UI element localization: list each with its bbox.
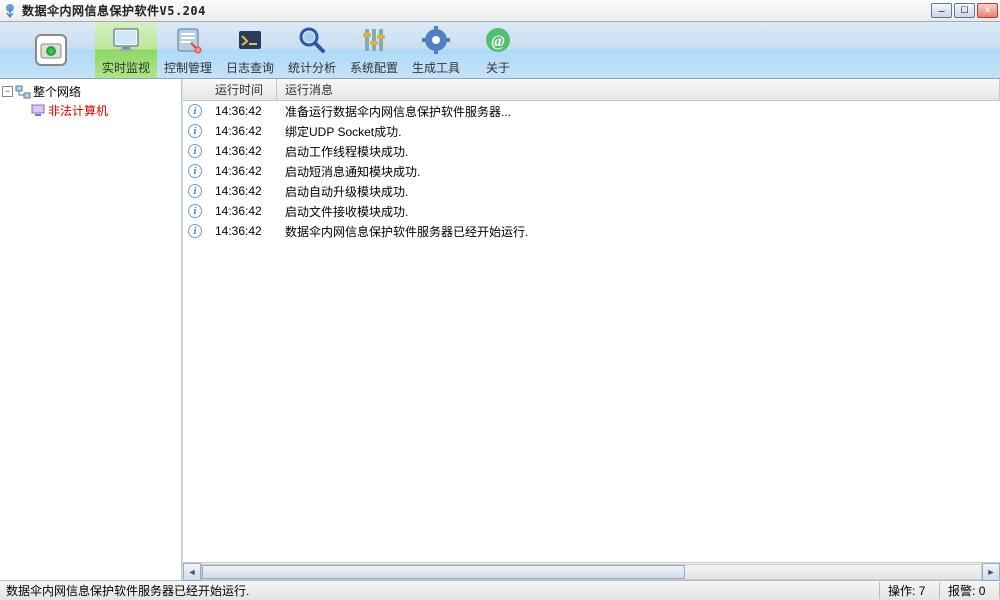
log-message: 数据伞内网信息保护软件服务器已经开始运行. (277, 223, 1000, 240)
log-message: 启动短消息通知模块成功. (277, 163, 1000, 180)
tree-root-label: 整个网络 (33, 83, 81, 100)
maximize-button[interactable]: ☐ (954, 3, 975, 18)
log-time: 14:36:42 (207, 144, 277, 158)
toolbar-label: 关于 (486, 59, 510, 76)
status-alarm-value: 0 (979, 584, 986, 598)
toolbar-log-query[interactable]: 日志查询 (219, 22, 281, 78)
window-title: 数据伞内网信息保护软件V5.204 (22, 2, 931, 19)
info-icon: i (183, 104, 207, 118)
log-icon (234, 24, 266, 56)
log-time: 14:36:42 (207, 184, 277, 198)
toolbar-label: 日志查询 (226, 59, 274, 76)
magnifier-icon (296, 24, 328, 56)
info-icon: i (183, 164, 207, 178)
log-message: 启动文件接收模块成功. (277, 203, 1000, 220)
computer-icon (30, 103, 46, 119)
status-ops: 操作: 7 (880, 582, 940, 599)
network-icon (15, 84, 31, 100)
toolbar-label: 生成工具 (412, 59, 460, 76)
log-header: 运行时间 运行消息 (183, 79, 1000, 101)
control-icon (172, 24, 204, 56)
svg-text:@: @ (491, 33, 504, 50)
close-button[interactable]: ✕ (977, 3, 998, 18)
minimize-button[interactable]: ─ (931, 3, 952, 18)
log-header-msg[interactable]: 运行消息 (277, 79, 1000, 101)
log-time: 14:36:42 (207, 204, 277, 218)
log-panel: 运行时间 运行消息 i14:36:42准备运行数据伞内网信息保护软件服务器...… (182, 79, 1000, 580)
status-ops-label: 操作: (888, 584, 915, 598)
app-icon (2, 3, 18, 19)
tree-root-row[interactable]: − 整个网络 (2, 82, 179, 101)
log-row[interactable]: i14:36:42启动文件接收模块成功. (183, 201, 1000, 221)
log-row[interactable]: i14:36:42数据伞内网信息保护软件服务器已经开始运行. (183, 221, 1000, 241)
toolbar-label: 系统配置 (350, 59, 398, 76)
log-time: 14:36:42 (207, 224, 277, 238)
camera-icon (35, 34, 67, 66)
toolbar-label: 实时监视 (102, 59, 150, 76)
status-alarm: 报警: 0 (940, 582, 1000, 599)
info-icon: i (183, 224, 207, 238)
log-header-time[interactable]: 运行时间 (207, 79, 277, 101)
log-row[interactable]: i14:36:42准备运行数据伞内网信息保护软件服务器... (183, 101, 1000, 121)
log-row[interactable]: i14:36:42启动自动升级模块成功. (183, 181, 1000, 201)
toolbar-stats-analysis[interactable]: 统计分析 (281, 22, 343, 78)
sidebar-tree: − 整个网络 非法计算机 (0, 79, 182, 580)
toolbar-build-tool[interactable]: 生成工具 (405, 22, 467, 78)
log-message: 绑定UDP Socket成功. (277, 123, 1000, 140)
scroll-track[interactable] (201, 564, 982, 580)
log-row[interactable]: i14:36:42启动短消息通知模块成功. (183, 161, 1000, 181)
info-icon: i (183, 144, 207, 158)
info-icon: i (183, 204, 207, 218)
window-controls: ─ ☐ ✕ (931, 3, 998, 18)
statusbar: 数据伞内网信息保护软件服务器已经开始运行. 操作: 7 报警: 0 (0, 580, 1000, 600)
toolbar-system-config[interactable]: 系统配置 (343, 22, 405, 78)
tree-child-row[interactable]: 非法计算机 (30, 101, 179, 120)
log-message: 准备运行数据伞内网信息保护软件服务器... (277, 103, 1000, 120)
toolbar-about[interactable]: @ 关于 (467, 22, 529, 78)
log-body: i14:36:42准备运行数据伞内网信息保护软件服务器...i14:36:42绑… (183, 101, 1000, 562)
scroll-left-arrow[interactable]: ◄ (183, 563, 201, 581)
toolbar-label: 控制管理 (164, 59, 212, 76)
log-time: 14:36:42 (207, 164, 277, 178)
toolbar: 实时监视 控制管理 日志查询 统计分析 系统配置 生成工具 @ 关于 (0, 22, 1000, 79)
log-message: 启动工作线程模块成功. (277, 143, 1000, 160)
log-message: 启动自动升级模块成功. (277, 183, 1000, 200)
log-time: 14:36:42 (207, 124, 277, 138)
app-logo (35, 22, 67, 78)
log-row[interactable]: i14:36:42绑定UDP Socket成功. (183, 121, 1000, 141)
tree-child-label: 非法计算机 (48, 102, 108, 119)
monitor-icon (110, 24, 142, 56)
toolbar-realtime-monitor[interactable]: 实时监视 (95, 22, 157, 78)
scroll-right-arrow[interactable]: ► (982, 563, 1000, 581)
gear-icon (420, 24, 452, 56)
info-icon: i (183, 124, 207, 138)
status-alarm-label: 报警: (948, 584, 975, 598)
tree-collapse-icon[interactable]: − (2, 86, 13, 97)
main-area: − 整个网络 非法计算机 运行时间 运行消息 i14:36:42准备运行数据伞内… (0, 79, 1000, 580)
toolbar-label: 统计分析 (288, 59, 336, 76)
horizontal-scrollbar[interactable]: ◄ ► (183, 562, 1000, 580)
toolbar-control-manage[interactable]: 控制管理 (157, 22, 219, 78)
info-icon: i (183, 184, 207, 198)
titlebar: 数据伞内网信息保护软件V5.204 ─ ☐ ✕ (0, 0, 1000, 22)
status-ops-value: 7 (919, 584, 926, 598)
log-row[interactable]: i14:36:42启动工作线程模块成功. (183, 141, 1000, 161)
log-time: 14:36:42 (207, 104, 277, 118)
config-icon (358, 24, 390, 56)
status-message: 数据伞内网信息保护软件服务器已经开始运行. (0, 582, 880, 599)
about-icon: @ (482, 24, 514, 56)
scroll-thumb[interactable] (202, 565, 685, 579)
